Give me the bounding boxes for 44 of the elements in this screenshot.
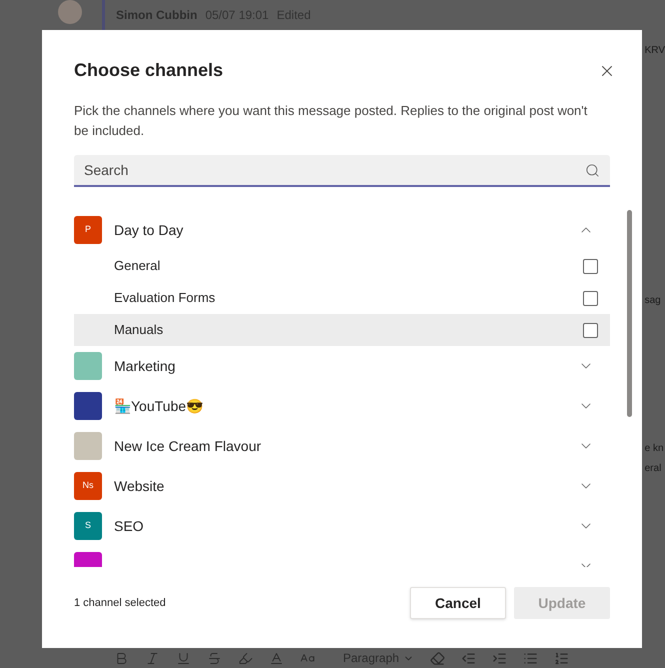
message-fragment: sag bbox=[644, 294, 662, 308]
team-row[interactable]: Ns Website bbox=[74, 466, 610, 506]
team-name: SEO bbox=[114, 516, 145, 536]
team-row[interactable]: S SEO bbox=[74, 506, 610, 546]
team-row[interactable]: P Day to Day bbox=[74, 210, 610, 250]
team-row[interactable]: Marketing bbox=[74, 346, 610, 386]
message-fragment: e kn bbox=[644, 442, 665, 456]
message-fragment: KRV bbox=[644, 44, 665, 58]
search-field[interactable]: Search bbox=[74, 155, 610, 187]
checkbox[interactable] bbox=[583, 322, 598, 338]
team-avatar: Ns bbox=[74, 472, 102, 500]
search-icon bbox=[585, 163, 600, 178]
channel-name: General bbox=[114, 257, 162, 276]
selection-count: 1 channel selected bbox=[74, 596, 167, 611]
team-avatar: P bbox=[74, 216, 102, 244]
checkbox[interactable] bbox=[583, 258, 598, 274]
bullet-list-icon[interactable] bbox=[523, 650, 538, 666]
team-avatar: S bbox=[74, 512, 102, 540]
strikethrough-icon[interactable] bbox=[207, 650, 222, 666]
italic-icon[interactable] bbox=[145, 650, 160, 666]
team-row[interactable]: 🏪YouTube😎 bbox=[74, 386, 610, 426]
message-fragment: eral bbox=[644, 462, 662, 476]
scrollbar[interactable] bbox=[627, 210, 632, 417]
underline-icon[interactable] bbox=[176, 650, 191, 666]
highlighter-icon[interactable] bbox=[238, 650, 253, 666]
dialog-title: Choose channels bbox=[74, 59, 224, 82]
indent-icon[interactable] bbox=[492, 650, 508, 666]
team-name: 🏪YouTube😎 bbox=[114, 396, 204, 416]
cancel-button[interactable]: Cancel bbox=[410, 587, 506, 619]
team-name: New Ice Cream Flavour bbox=[114, 436, 262, 456]
checkbox[interactable] bbox=[583, 290, 598, 306]
outdent-icon[interactable] bbox=[461, 650, 476, 666]
clear-format-icon[interactable] bbox=[430, 650, 446, 666]
team-row[interactable]: New Ice Cream Flavour bbox=[74, 426, 610, 466]
team-name: Website bbox=[114, 476, 166, 496]
channel-row[interactable]: Manuals bbox=[74, 314, 610, 346]
dialog-description: Pick the channels where you want this message posted. Replies to the original post won't be included. bbox=[74, 102, 588, 140]
channel-name: Evaluation Forms bbox=[114, 289, 216, 308]
channel-name: Manuals bbox=[114, 321, 164, 340]
team-name: Marketing bbox=[114, 356, 176, 376]
font-color-icon[interactable] bbox=[269, 650, 284, 666]
avatar-placeholder bbox=[58, 0, 82, 24]
numbered-list-icon[interactable] bbox=[554, 650, 570, 666]
team-name: Day to Day bbox=[114, 220, 184, 240]
